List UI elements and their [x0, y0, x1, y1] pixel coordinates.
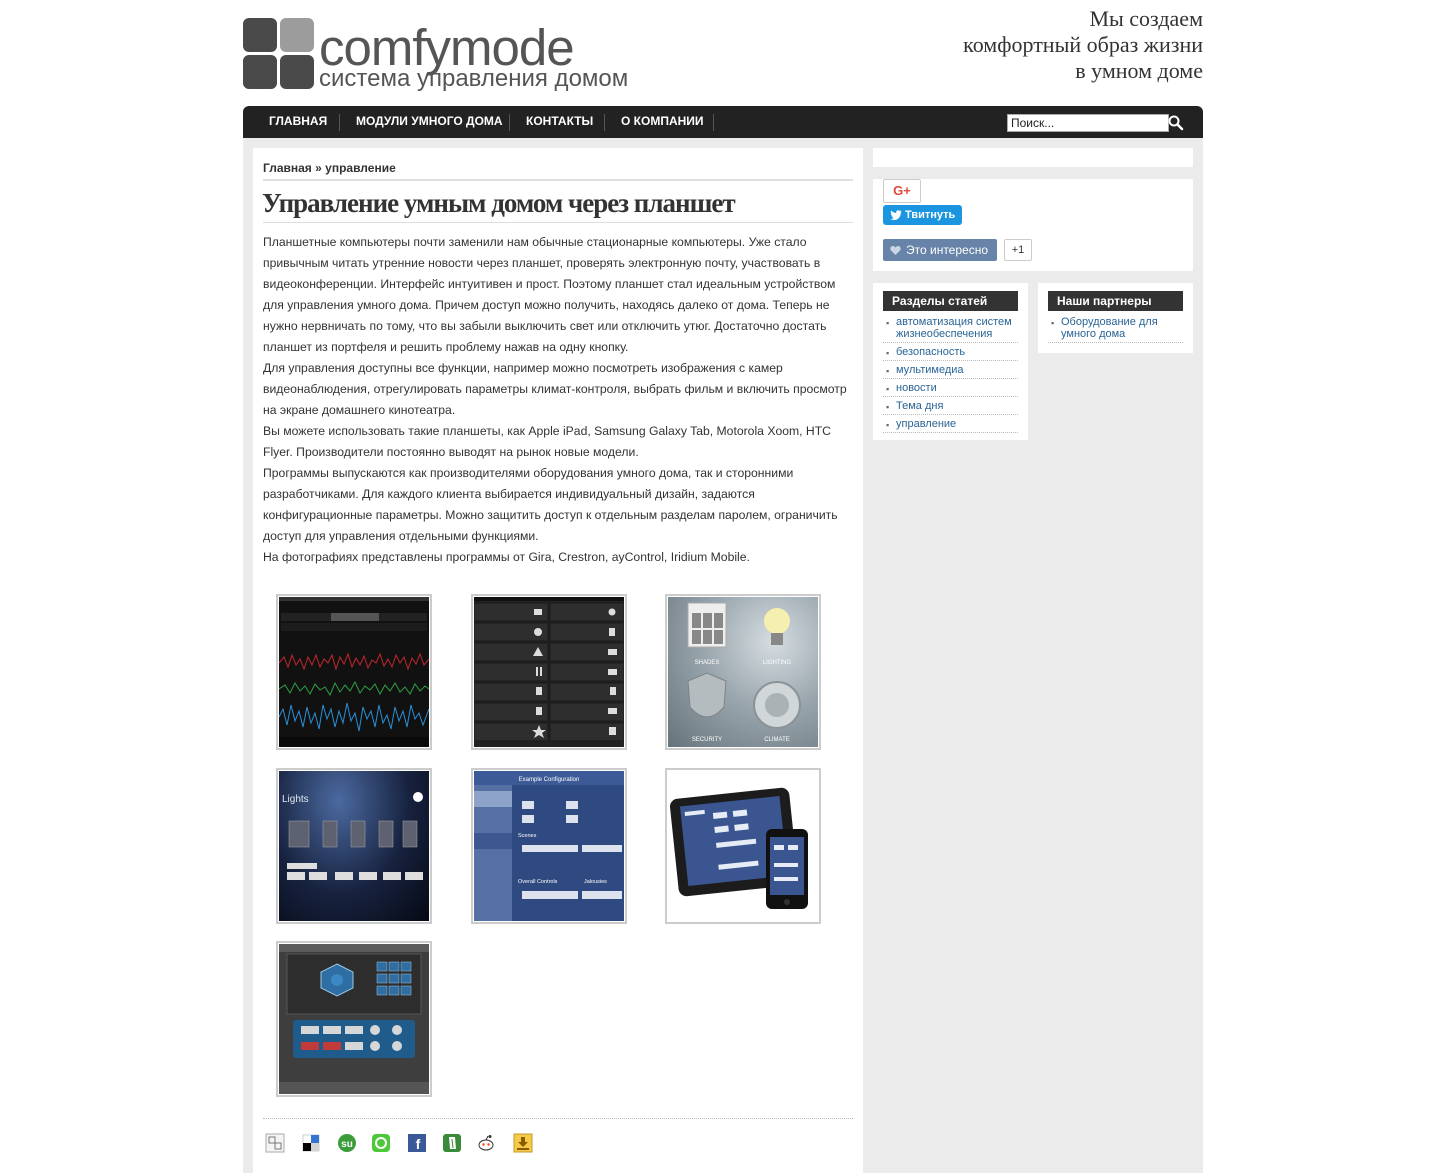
google-plus-button[interactable]: G+ [883, 179, 921, 203]
article-paragraph: На фотографиях представлены программы от… [263, 550, 750, 564]
thumb-label-lighting: LIGHTING [763, 660, 792, 666]
divider [263, 1118, 853, 1119]
divider [263, 179, 853, 181]
article-body: Планшетные компьютеры почти заменили нам… [263, 232, 858, 568]
gallery-thumb-lights[interactable]: Lights [276, 768, 432, 924]
nav-item-modules[interactable]: Модули умного дома [340, 106, 519, 138]
thumb-label-shades: SHADES [695, 660, 720, 666]
list-item: ▪ управление [883, 418, 1018, 433]
heart-icon [890, 246, 901, 255]
thumb-label-jalousies: Jalousies [584, 879, 607, 885]
sections-widget: Разделы статей ▪ автоматизация систем жиз… [873, 283, 1028, 440]
slogan-line: комфортный образ жизни [963, 32, 1203, 57]
logo-square [280, 18, 314, 52]
main-content: Главная » управление Управление умным до… [253, 148, 863, 1173]
article-paragraph: Вы можете использовать такие планшеты, к… [263, 424, 831, 459]
logo-square [280, 55, 314, 89]
site-logo[interactable]: comfymode система управления домом [243, 18, 663, 96]
thumb-label-lights: Lights [282, 794, 309, 805]
like-button[interactable]: Это интересно [883, 239, 997, 261]
slogan-line: Мы создаем [1089, 6, 1203, 31]
sections-title: Разделы статей [883, 291, 1018, 311]
logo-tagline: система управления домом [319, 65, 629, 92]
like-counter: +1 [1004, 239, 1032, 261]
slogan-line: в умном доме [1075, 58, 1203, 83]
sidebar-top-box [873, 148, 1193, 167]
thumb-label-overall-controls: Overall Controls [518, 879, 558, 885]
gallery-thumb-devices[interactable] [665, 768, 821, 924]
gallery-thumb-graph[interactable] [276, 594, 432, 750]
svg-text:f: f [416, 1136, 421, 1152]
breadcrumb-home[interactable]: Главная [263, 161, 312, 175]
tweet-label: Твитнуть [905, 209, 956, 221]
list-item: ▪ автоматизация систем жизнеобеспечения [883, 316, 1018, 343]
section-link[interactable]: безопасность [896, 346, 965, 358]
social-buttons: G+ Твитнуть Это интересно +1 [873, 179, 1193, 271]
delicious-icon[interactable] [301, 1133, 321, 1153]
facebook-icon[interactable]: f [407, 1133, 427, 1153]
nav-item-contacts[interactable]: Контакты [510, 106, 609, 138]
gallery-thumb-menu[interactable] [471, 594, 627, 750]
nav-item-home[interactable]: Главная [253, 106, 343, 138]
tweet-button[interactable]: Твитнуть [883, 205, 962, 225]
search-icon[interactable] [1167, 114, 1185, 131]
section-link[interactable]: Тема дня [896, 400, 943, 412]
gallery-thumb-example-config[interactable]: Example Configuration Scenes Overall Con… [471, 768, 627, 924]
article-paragraph: Для управления доступны все функции, нап… [263, 361, 847, 417]
nav-item-about[interactable]: О компании [605, 106, 720, 138]
article-paragraph: Планшетные компьютеры почти заменили нам… [263, 235, 836, 354]
section-link[interactable]: мультимедиа [896, 364, 964, 376]
logo-square [243, 18, 277, 52]
sections-list: ▪ автоматизация систем жизнеобеспечения ▪… [883, 316, 1018, 436]
like-label: Это интересно [906, 243, 989, 257]
divider [263, 222, 853, 223]
thumb-label-climate: CLIMATE [764, 737, 790, 743]
evernote-icon[interactable] [442, 1133, 462, 1153]
twitter-bird-icon [890, 210, 902, 220]
partners-widget: Наши партнеры ▪ Оборудование для умного д… [1038, 283, 1193, 353]
list-item: ▪ мультимедиа [883, 364, 1018, 379]
page-title: Управление умным домом через планшет [262, 188, 736, 218]
search-input[interactable] [1007, 114, 1169, 132]
breadcrumb: Главная » управление [263, 161, 396, 175]
section-link[interactable]: новости [896, 382, 937, 394]
logo-square [243, 55, 277, 89]
thumb-label-scenes: Scenes [518, 833, 537, 839]
header-slogan: Мы создаем комфортный образ жизни в умно… [963, 6, 1203, 84]
section-link[interactable]: управление [896, 418, 956, 430]
nav-divider [713, 114, 714, 131]
breadcrumb-separator: » [311, 161, 326, 175]
main-navigation: Главная Модули умного дома Контакты О ко… [243, 106, 1203, 138]
thumb-label-security: SECURITY [692, 737, 722, 743]
download-icon[interactable] [513, 1133, 533, 1153]
thumb-label-example-config: Example Configuration [519, 777, 580, 783]
partner-link[interactable]: Оборудование для умного дома [1061, 316, 1158, 340]
list-item: ▪ Оборудование для умного дома [1048, 316, 1183, 343]
list-item: ▪ безопасность [883, 346, 1018, 361]
reddit-icon[interactable] [476, 1133, 496, 1153]
article-paragraph: Программы выпускаются как производителям… [263, 466, 838, 543]
breadcrumb-current: управление [325, 161, 396, 175]
gallery-thumb-remote[interactable] [276, 941, 432, 1097]
stumbleupon-icon[interactable]: su [337, 1133, 357, 1153]
technorati-icon[interactable] [371, 1133, 391, 1153]
list-item: ▪ новости [883, 382, 1018, 397]
partners-title: Наши партнеры [1048, 291, 1183, 311]
list-item: ▪ Тема дня [883, 400, 1018, 415]
section-link[interactable]: автоматизация систем жизнеобеспечения [896, 316, 1012, 340]
partners-list: ▪ Оборудование для умного дома [1048, 316, 1183, 346]
svg-text:su: su [341, 1139, 353, 1150]
gallery-thumb-home-icons[interactable]: SHADES LIGHTING SECURITY CLIMATE [665, 594, 821, 750]
bookmark-icon[interactable] [265, 1133, 285, 1153]
